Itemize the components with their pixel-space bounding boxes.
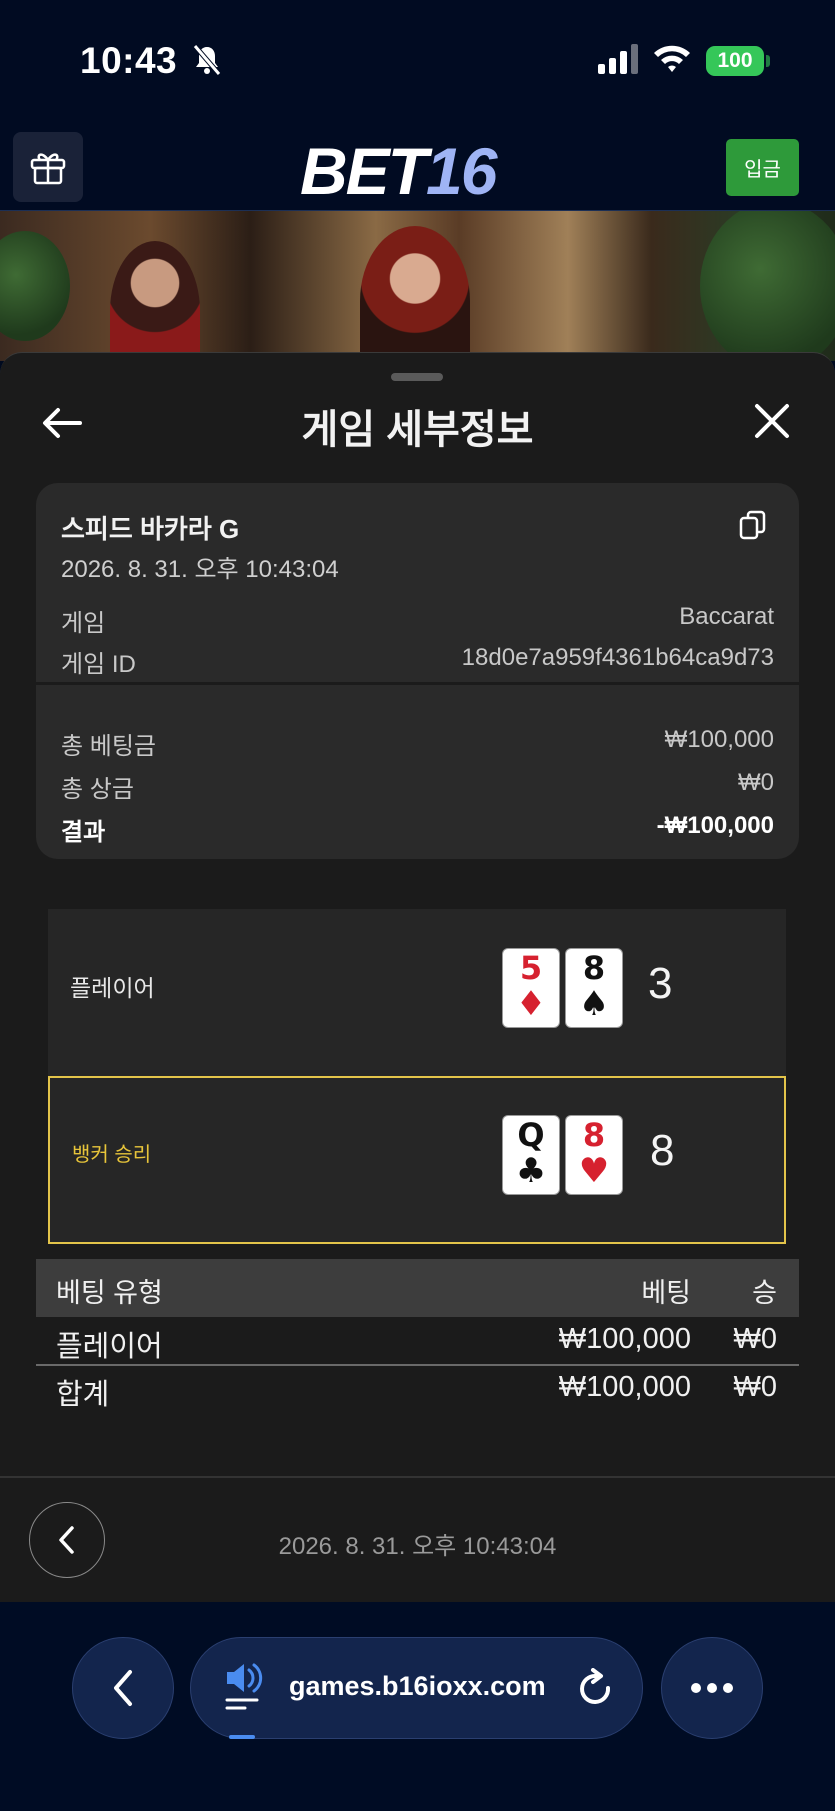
playing-card: 8 ♥ (566, 1116, 622, 1194)
battery-indicator: 100 (706, 46, 764, 76)
hand-score: 8 (650, 1126, 675, 1175)
logo-text-bet: BET (300, 134, 428, 208)
chevron-left-icon (114, 1670, 132, 1706)
result-value: -₩100,000 (656, 812, 774, 839)
logo-text-16: 16 (426, 134, 497, 208)
card-rank: 5 (519, 949, 543, 987)
footer-divider (0, 1476, 835, 1478)
summary-value: ₩0 (738, 769, 774, 796)
page-load-progress (229, 1735, 255, 1739)
summary-row-total-win: 총 상금 ₩0 (61, 769, 774, 804)
audio-playing-icon[interactable] (223, 1662, 267, 1714)
summary-label: 결과 (61, 819, 106, 846)
url-text: games.b16ioxx.com (289, 1671, 546, 1701)
game-name: 스피드 바카라 G (61, 514, 240, 544)
browser-back-button[interactable] (72, 1637, 174, 1739)
gift-button[interactable] (13, 132, 83, 202)
banker-hand-row: 뱅커 승리 Q ♣ 8 ♥ 8 (48, 1076, 786, 1244)
game-info-card: 스피드 바카라 G 2026. 8. 31. 오후 10:43:04 게임 Ba… (36, 483, 799, 859)
summary-label: 총 베팅금 (61, 733, 156, 760)
status-bar: 10:43 100 (0, 0, 835, 125)
detail-label: 게임 (61, 610, 106, 637)
player-hand-row: 플레이어 5 ♦ 8 ♠ 3 (48, 909, 786, 1077)
hand-label-winner: 뱅커 승리 (72, 1144, 152, 1166)
table-row: 플레이어 ₩100,000 ₩0 (36, 1315, 799, 1363)
card-suit-diamond-icon: ♦ (515, 984, 547, 1024)
dealer-left-figure (110, 241, 200, 361)
summary-row-total-bet: 총 베팅금 ₩100,000 (61, 726, 774, 761)
close-icon[interactable] (752, 401, 792, 441)
detail-row-game: 게임 Baccarat (61, 603, 774, 638)
status-time: 10:43 (80, 40, 178, 81)
gift-icon (30, 153, 66, 185)
bets-table-header: 베팅 유형 베팅 승 (36, 1259, 799, 1317)
card-suit-spade-icon: ♠ (578, 984, 610, 1024)
col-header-bet: 베팅 (641, 1278, 691, 1308)
browser-toolbar: games.b16ioxx.com (0, 1602, 835, 1811)
sheet-grabber[interactable] (391, 373, 443, 381)
card-rank: Q (517, 1116, 545, 1154)
col-header-type: 베팅 유형 (56, 1278, 163, 1308)
hand-label: 플레이어 (70, 975, 155, 1001)
app-logo[interactable]: BET16 (300, 133, 497, 209)
card-suit-club-icon: ♣ (515, 1151, 547, 1191)
playing-card: Q ♣ (503, 1116, 559, 1194)
sheet-title: 게임 세부정보 (301, 408, 534, 452)
game-info-top: 스피드 바카라 G 2026. 8. 31. 오후 10:43:04 게임 Ba… (36, 483, 799, 685)
deposit-button[interactable]: 입금 (726, 139, 799, 196)
summary-value: ₩100,000 (664, 726, 774, 753)
plant-left (0, 231, 70, 341)
card-suit-heart-icon: ♥ (578, 1151, 610, 1191)
summary-label: 총 상금 (61, 776, 134, 803)
card-rank: 8 (582, 949, 606, 987)
dealer-center-figure (360, 226, 470, 361)
wifi-icon (654, 45, 690, 72)
address-bar[interactable]: games.b16ioxx.com (190, 1637, 643, 1739)
cellular-signal-icon (598, 44, 638, 74)
total-bet: ₩100,000 (558, 1371, 691, 1403)
bet-type: 플레이어 (56, 1331, 163, 1363)
live-video-background (0, 211, 835, 361)
total-label: 합계 (56, 1379, 110, 1411)
battery-tip (766, 55, 770, 67)
game-details-sheet: 게임 세부정보 스피드 바카라 G 2026. 8. 31. 오후 10:43:… (0, 352, 835, 1602)
plant-right (700, 211, 835, 361)
table-total-row: 합계 ₩100,000 ₩0 (36, 1363, 799, 1411)
bet-amount: ₩100,000 (558, 1323, 691, 1355)
copy-icon[interactable] (739, 510, 767, 540)
total-win: ₩0 (733, 1371, 778, 1403)
more-options-button[interactable] (661, 1637, 763, 1739)
bell-muted-icon (193, 44, 221, 76)
col-header-win: 승 (752, 1278, 777, 1308)
playing-card: 5 ♦ (503, 949, 559, 1027)
detail-row-game-id: 게임 ID 18d0e7a959f4361b64ca9d73 (61, 644, 774, 679)
game-id-value[interactable]: 18d0e7a959f4361b64ca9d73 (462, 644, 774, 672)
playing-card: 8 ♠ (566, 949, 622, 1027)
detail-label: 게임 ID (61, 651, 136, 678)
detail-value: Baccarat (679, 603, 774, 630)
card-rank: 8 (582, 1116, 606, 1154)
round-datetime: 2026. 8. 31. 오후 10:43:04 (278, 1533, 557, 1560)
more-dots-icon (691, 1683, 733, 1693)
hand-score: 3 (648, 959, 673, 1008)
summary-row-result: 결과 -₩100,000 (61, 812, 774, 847)
game-datetime: 2026. 8. 31. 오후 10:43:04 (61, 556, 339, 583)
win-amount: ₩0 (733, 1323, 778, 1355)
reload-icon[interactable] (577, 1668, 615, 1710)
app-header: BET16 입금 (0, 125, 835, 211)
